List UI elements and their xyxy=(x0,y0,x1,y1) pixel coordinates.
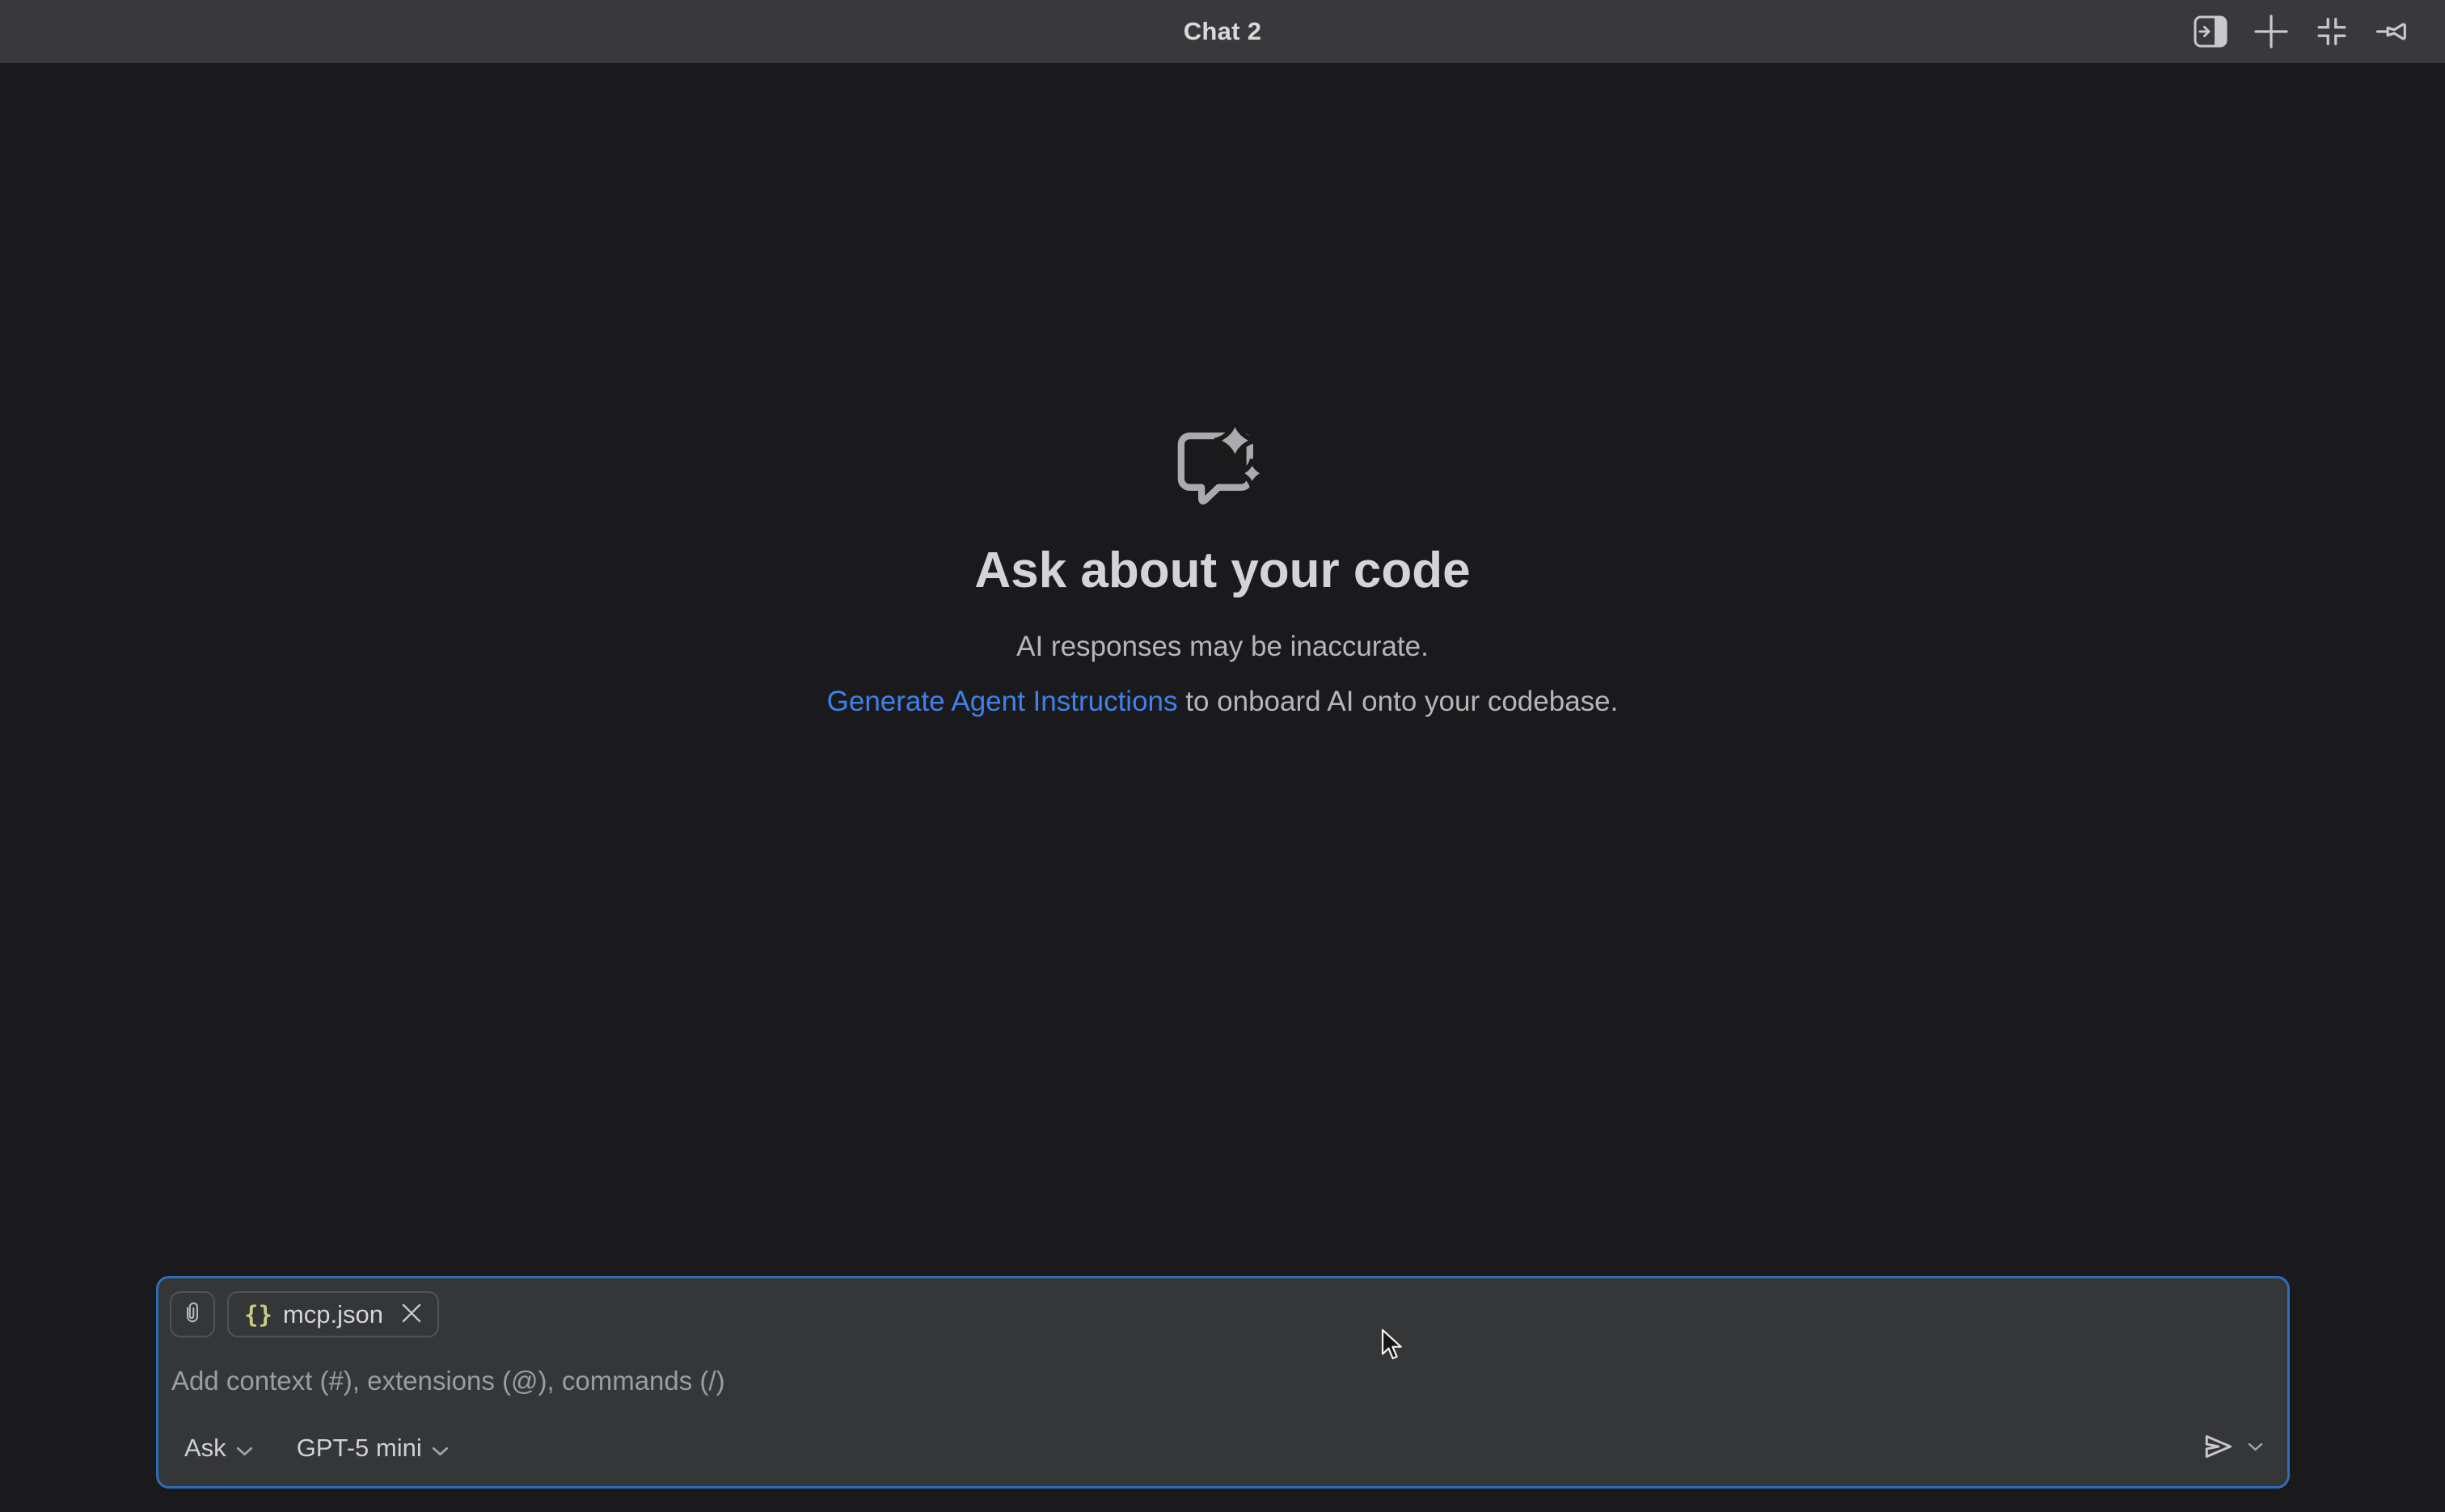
pin-window-button[interactable] xyxy=(2375,15,2409,49)
composer-input[interactable]: Add context (#), extensions (@), command… xyxy=(158,1365,2287,1397)
new-chat-button[interactable] xyxy=(2254,15,2288,49)
empty-state-heading: Ask about your code xyxy=(974,544,1470,598)
send-options-button[interactable] xyxy=(2248,1442,2263,1454)
json-file-icon: {} xyxy=(244,1301,272,1328)
plus-icon xyxy=(2254,15,2288,49)
collapse-icon xyxy=(2316,17,2347,46)
collapse-window-button[interactable] xyxy=(2315,15,2349,49)
model-selector[interactable]: GPT-5 mini xyxy=(297,1434,449,1463)
mode-label: Ask xyxy=(184,1434,226,1463)
generate-agent-instructions-link[interactable]: Generate Agent Instructions xyxy=(827,686,1178,717)
title-bar: Chat 2 xyxy=(0,0,2445,63)
chat-tab-title: Chat 2 xyxy=(1184,17,1262,46)
chevron-down-icon xyxy=(236,1434,253,1463)
composer[interactable]: {} mcp.json Add context (#), extensions … xyxy=(156,1276,2290,1489)
remove-attachment-button[interactable] xyxy=(401,1303,422,1326)
attachments-row: {} mcp.json xyxy=(170,1291,439,1337)
cta-suffix-text: to onboard AI onto your codebase. xyxy=(1178,686,1619,717)
chevron-down-icon xyxy=(432,1434,449,1463)
send-button[interactable] xyxy=(2200,1429,2236,1467)
mode-selector[interactable]: Ask xyxy=(184,1434,253,1463)
composer-controls: Ask GPT-5 mini xyxy=(158,1429,2287,1467)
titlebar-actions xyxy=(2194,0,2409,63)
send-controls xyxy=(2200,1429,2263,1467)
attachment-file-name: mcp.json xyxy=(283,1300,383,1329)
paperclip-icon xyxy=(182,1299,203,1329)
chevron-down-icon xyxy=(2248,1442,2263,1454)
empty-state: Ask about your code AI responses may be … xyxy=(0,415,2445,720)
dock-right-icon xyxy=(2194,15,2228,48)
disclaimer-text: AI responses may be inaccurate. xyxy=(1016,628,1429,665)
close-icon xyxy=(401,1303,422,1326)
cta-line: Generate Agent Instructions to onboard A… xyxy=(827,683,1619,720)
model-label: GPT-5 mini xyxy=(297,1434,422,1463)
send-plane-icon xyxy=(2200,1429,2236,1467)
open-in-editor-button[interactable] xyxy=(2194,15,2228,49)
pin-icon xyxy=(2375,18,2409,45)
attach-file-button[interactable] xyxy=(170,1291,215,1337)
chat-sparkles-icon xyxy=(1176,415,1269,505)
attachment-chip[interactable]: {} mcp.json xyxy=(227,1291,439,1337)
